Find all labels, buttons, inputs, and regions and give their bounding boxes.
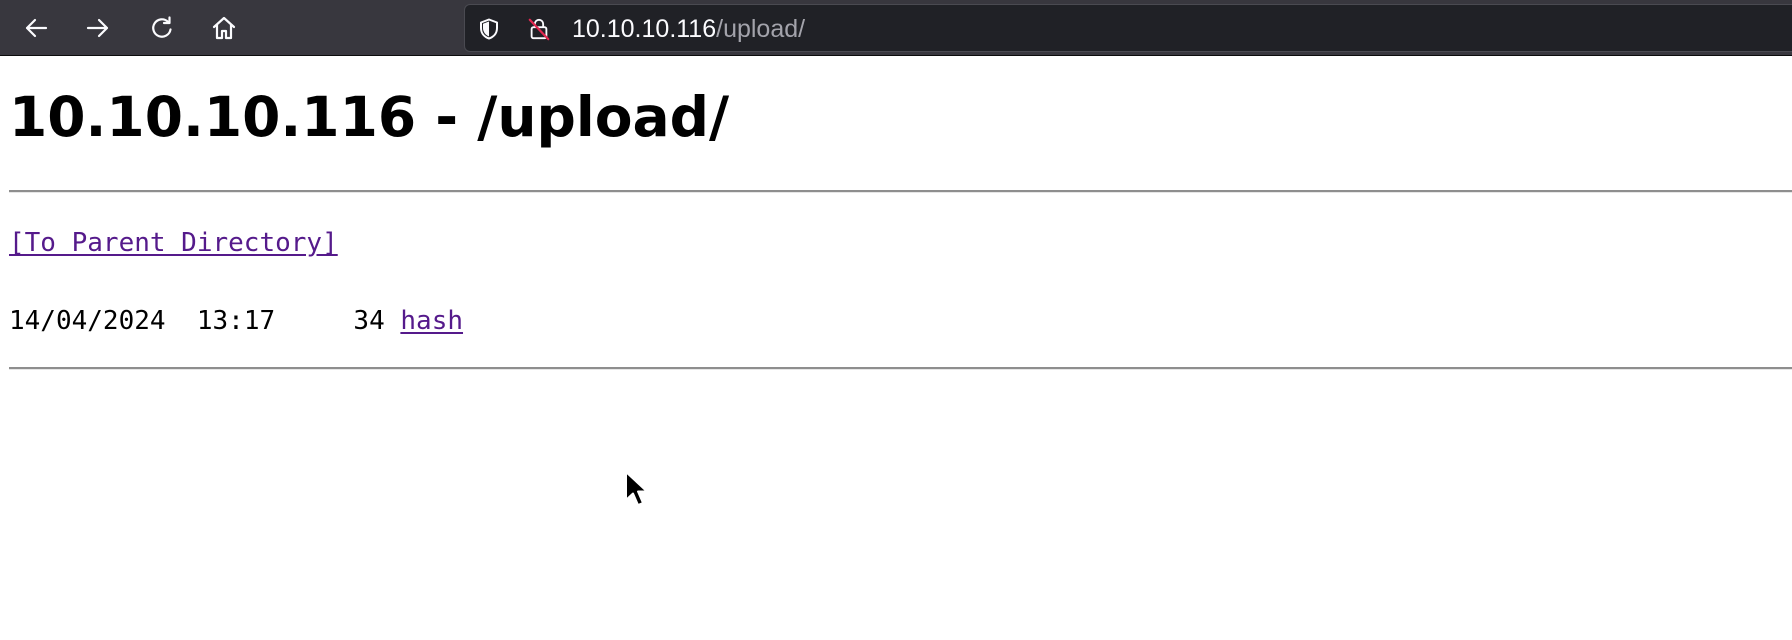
forward-button[interactable] — [78, 8, 118, 48]
back-button[interactable] — [16, 8, 56, 48]
home-icon — [212, 16, 236, 40]
url-path: /upload/ — [716, 15, 806, 43]
forward-arrow-icon — [86, 18, 109, 38]
shield-icon[interactable] — [477, 17, 501, 41]
page-content: 10.10.10.116 - /upload/ [To Parent Direc… — [0, 57, 1792, 640]
parent-directory-link[interactable]: [To Parent Directory] — [9, 227, 338, 259]
page-title: 10.10.10.116 - /upload/ — [9, 85, 730, 149]
reload-button[interactable] — [142, 8, 182, 48]
url-bar[interactable]: 10.10.10.116/upload/ — [464, 4, 1792, 52]
top-divider — [9, 190, 1792, 193]
file-size: 34 — [353, 306, 385, 336]
file-row: 14/04/2024 13:17 34 hash — [9, 305, 463, 337]
back-arrow-icon — [25, 18, 48, 38]
url-host: 10.10.10.116 — [572, 15, 717, 43]
url-text[interactable]: 10.10.10.116/upload/ — [572, 5, 805, 53]
bottom-divider — [9, 367, 1792, 370]
browser-toolbar: 10.10.10.116/upload/ — [0, 0, 1792, 56]
file-time: 13:17 — [196, 306, 276, 336]
file-link-hash[interactable]: hash — [400, 306, 463, 336]
insecure-lock-icon[interactable] — [527, 17, 551, 41]
home-button[interactable] — [204, 8, 244, 48]
file-date: 14/04/2024 — [9, 306, 166, 336]
reload-icon — [152, 16, 172, 38]
